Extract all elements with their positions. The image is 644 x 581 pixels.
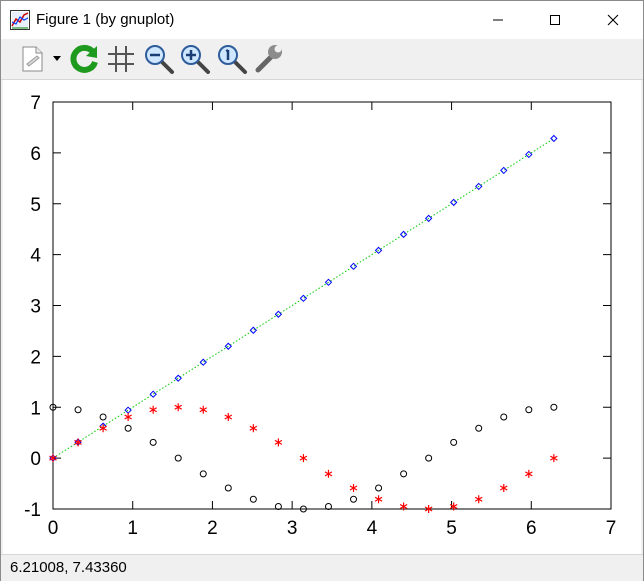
asterisk-point xyxy=(224,412,233,421)
figure-window: Figure 1 (by gnuplot) 0 1 2 3 4 5 6 7 -1… xyxy=(0,0,644,581)
zoom-out-button[interactable] xyxy=(142,42,176,76)
x-tick-label: 2 xyxy=(207,518,218,539)
diamond-point xyxy=(174,374,182,382)
asterisk-point xyxy=(324,469,333,478)
circle-point xyxy=(425,454,433,462)
y-tick-label: 4 xyxy=(30,246,41,267)
circle-point xyxy=(475,424,483,432)
diamond-point xyxy=(299,294,308,303)
zoom-reset-button[interactable] xyxy=(215,42,249,76)
export-dropdown-button[interactable] xyxy=(51,42,63,76)
diamond-point xyxy=(550,134,558,143)
diamond-point xyxy=(249,326,258,334)
minimize-icon xyxy=(493,19,503,21)
circle-point xyxy=(174,454,182,462)
mouse-coordinates-readout: 6.21008, 7.43360 xyxy=(10,559,127,576)
asterisk-point xyxy=(525,469,533,478)
zoom-in-icon xyxy=(181,45,210,74)
y-tick-label: 5 xyxy=(30,195,41,216)
circle-point xyxy=(350,495,358,503)
grid-button[interactable] xyxy=(104,42,138,76)
diamond-point xyxy=(149,390,157,398)
asterisk-point xyxy=(550,454,558,463)
asterisk-point xyxy=(249,424,258,433)
diamond-point xyxy=(199,358,207,366)
status-bar: 6.21008, 7.43360 xyxy=(1,554,643,581)
minimize-button[interactable] xyxy=(475,1,521,39)
window-title: Figure 1 (by gnuplot) xyxy=(36,11,175,28)
y-tick-label: 0 xyxy=(30,449,41,470)
circle-point xyxy=(149,438,157,446)
x-tick-label: 4 xyxy=(367,518,378,539)
circle-point xyxy=(525,406,533,414)
circle-point xyxy=(400,470,408,478)
asterisk-point xyxy=(199,405,208,414)
close-button[interactable] xyxy=(590,1,636,39)
asterisk-point xyxy=(174,403,183,412)
circle-point xyxy=(124,424,132,432)
asterisk-point xyxy=(374,495,383,504)
gnuplot-app-icon xyxy=(10,10,30,30)
x-tick-label: 7 xyxy=(606,518,617,539)
y-tick-label: 6 xyxy=(30,144,41,165)
asterisk-point xyxy=(149,405,157,414)
asterisk-point xyxy=(299,454,308,463)
zoom-reset-icon xyxy=(218,45,247,74)
replot-button[interactable] xyxy=(67,42,101,76)
settings-wrench-icon xyxy=(255,45,282,73)
y-tick-label: 7 xyxy=(30,93,41,114)
asterisk-point xyxy=(349,484,358,493)
zoom-out-icon xyxy=(145,45,174,74)
settings-button[interactable] xyxy=(252,42,286,76)
y-tick-label: 2 xyxy=(30,347,41,368)
x-tick-label: 0 xyxy=(48,518,59,539)
x-tick-label: 5 xyxy=(446,518,457,539)
x-tick-label: 6 xyxy=(526,518,537,539)
close-icon xyxy=(607,14,619,26)
plot-border xyxy=(52,101,612,510)
circle-point xyxy=(249,495,257,503)
circle-point xyxy=(224,484,232,492)
y-tick-label: -1 xyxy=(24,500,41,521)
diamond-point xyxy=(399,230,408,239)
title-bar[interactable]: Figure 1 (by gnuplot) xyxy=(1,1,643,39)
circle-point xyxy=(375,484,383,492)
x-tick-label: 1 xyxy=(127,518,138,539)
maximize-button[interactable] xyxy=(532,1,578,39)
new-page-icon xyxy=(22,46,43,72)
new-page-button[interactable] xyxy=(15,42,49,76)
plot-canvas[interactable]: 0 1 2 3 4 5 6 7 -1 0 1 2 3 4 5 6 7 xyxy=(3,80,641,554)
diamond-point xyxy=(124,406,132,414)
circle-point xyxy=(99,413,107,421)
toolbar xyxy=(1,39,643,80)
circle-point xyxy=(450,438,458,446)
asterisk-point xyxy=(274,438,283,447)
circle-point xyxy=(74,406,82,414)
y-tick-label: 3 xyxy=(30,297,41,318)
dropdown-arrow-icon xyxy=(53,56,61,61)
maximize-icon xyxy=(550,15,560,25)
grid-icon xyxy=(108,46,134,72)
x-tick-label: 3 xyxy=(287,518,298,539)
asterisk-point xyxy=(499,484,508,493)
circle-point xyxy=(500,413,508,421)
zoom-in-button[interactable] xyxy=(178,42,212,76)
asterisk-point xyxy=(474,495,483,504)
diamond-point xyxy=(449,198,458,207)
circle-point xyxy=(199,470,207,478)
asterisk-point xyxy=(124,412,132,421)
plot-svg: 0 1 2 3 4 5 6 7 -1 0 1 2 3 4 5 6 7 xyxy=(24,93,617,539)
diamond-point xyxy=(349,262,358,271)
series-line xyxy=(52,138,555,459)
diamond-point xyxy=(500,166,508,175)
circle-point xyxy=(550,403,558,411)
replot-icon xyxy=(70,44,98,73)
y-tick-label: 1 xyxy=(30,398,41,419)
